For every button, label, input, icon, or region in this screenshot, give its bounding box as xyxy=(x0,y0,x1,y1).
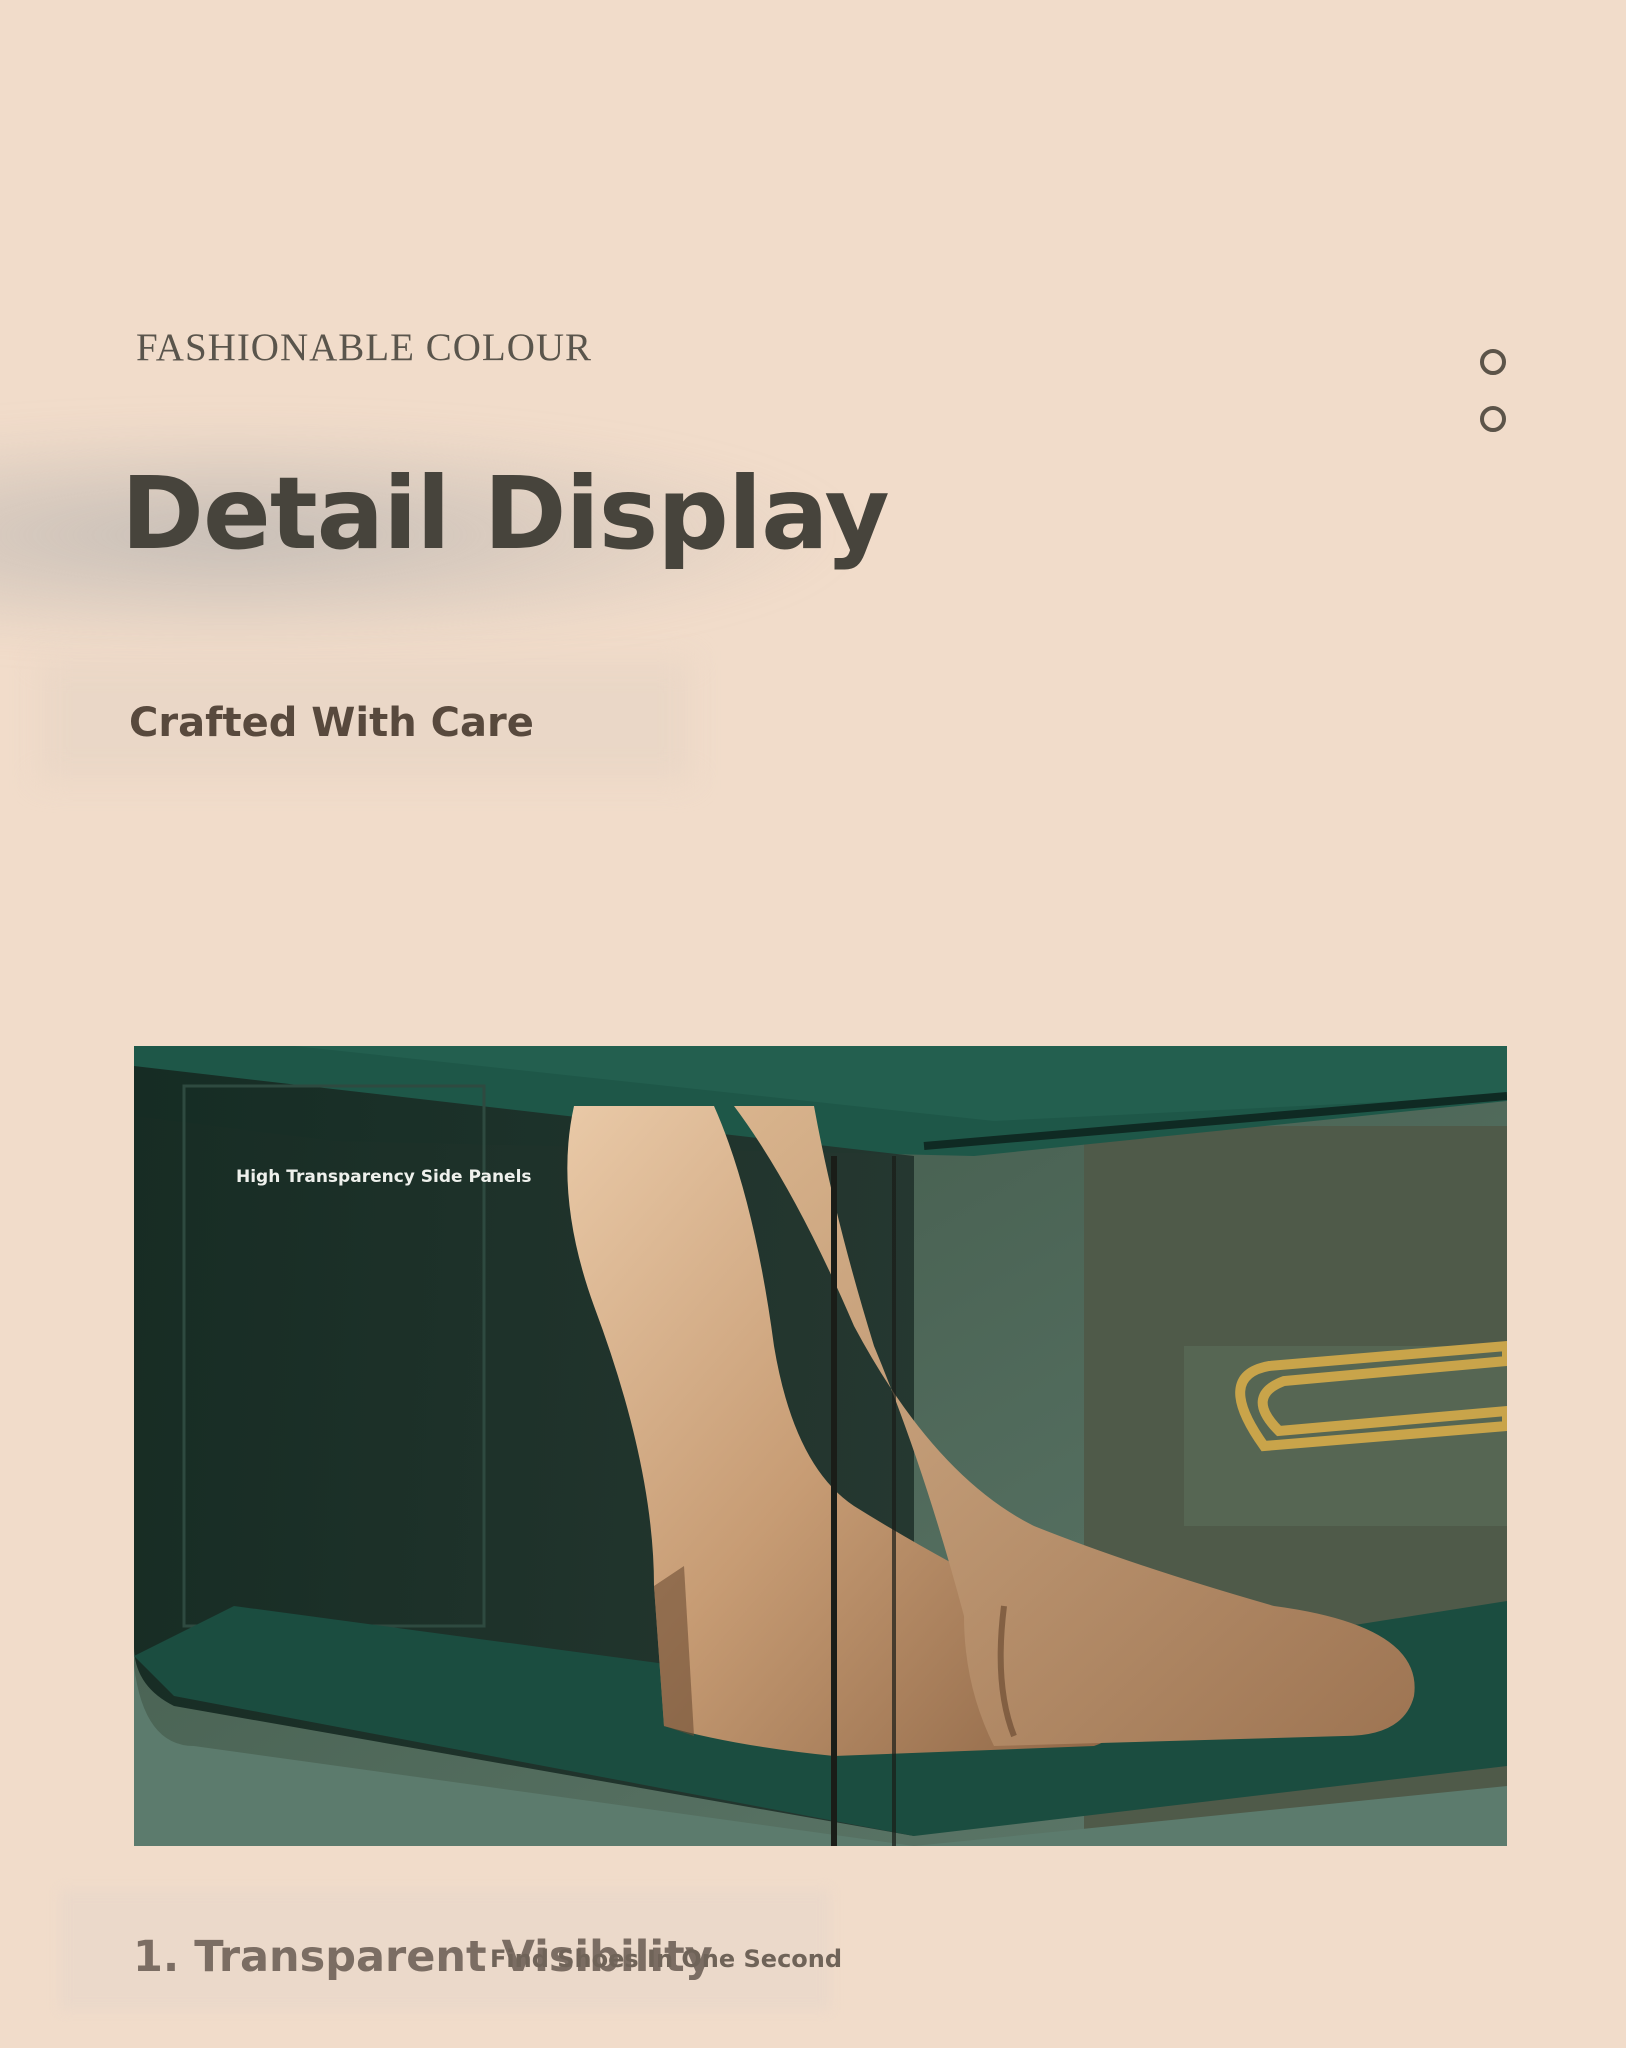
ring-icon[interactable] xyxy=(1480,349,1506,375)
section-overline: FASHIONABLE COLOUR xyxy=(136,326,593,369)
image-callout: High Transparency Side Panels xyxy=(236,1167,532,1187)
product-image xyxy=(134,1046,1507,1846)
page-subtitle: Crafted With Care xyxy=(129,700,534,746)
page-title: Detail Display xyxy=(121,455,890,572)
feature-subtitle: Find Shoes In One Second xyxy=(490,1945,843,1973)
ring-icon[interactable] xyxy=(1480,406,1506,432)
shoe-box-illustration xyxy=(134,1046,1507,1846)
product-detail-page: FASHIONABLE COLOUR Detail Display Crafte… xyxy=(0,0,1626,2048)
